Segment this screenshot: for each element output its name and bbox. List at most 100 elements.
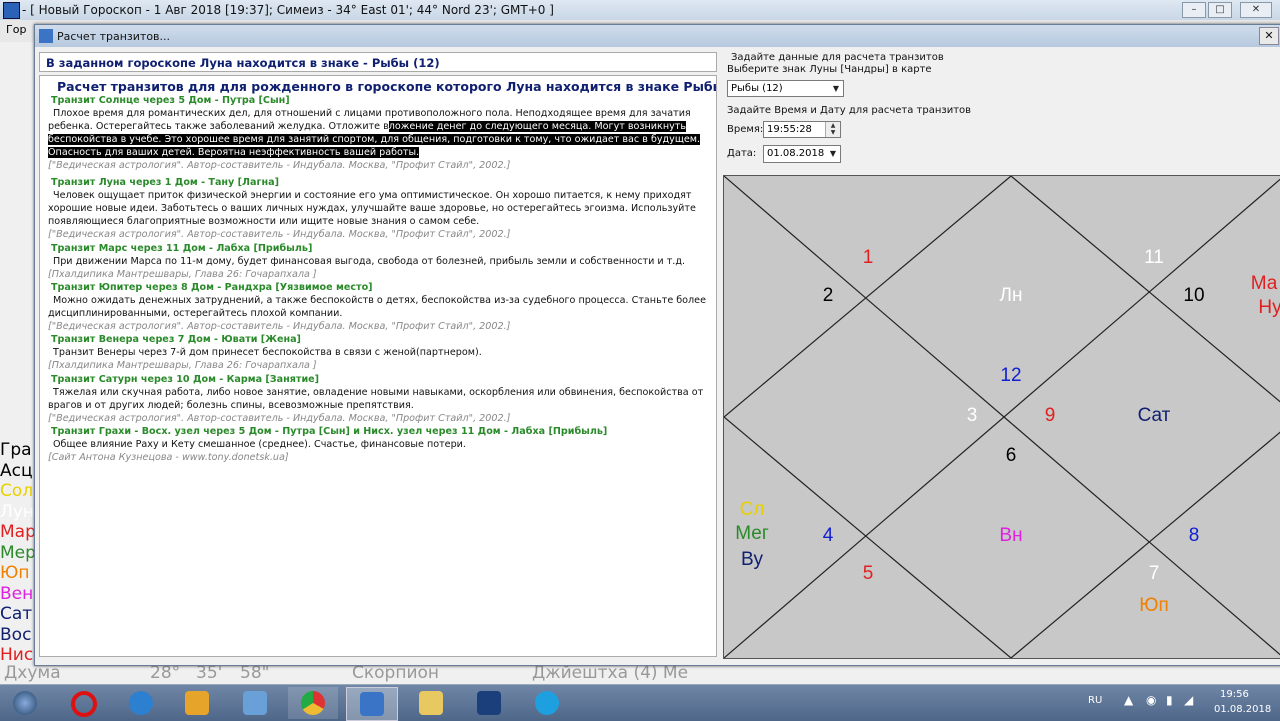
dialog-title: Расчет транзитов... bbox=[57, 30, 171, 43]
transit-description: Плохое время для романтических дел, для … bbox=[48, 108, 701, 158]
transit-description: Общее влияние Раху и Кету смешанное (сре… bbox=[53, 439, 466, 450]
transit-source: [Пхалдипика Мантрешвары, Глава 26: Гочар… bbox=[48, 360, 317, 371]
skype-icon bbox=[535, 691, 559, 715]
transit-entry: Транзит Солнце через 5 Дом - Путра [Сын]… bbox=[48, 94, 712, 172]
chart-label: Ма bbox=[1250, 273, 1278, 294]
network-icon[interactable]: ▮ bbox=[1166, 693, 1173, 707]
taskbar-horoscope[interactable] bbox=[346, 687, 398, 721]
app-title: - [ Новый Гороскоп - 1 Авг 2018 [19:37];… bbox=[22, 3, 554, 17]
datetime-label: Задайте Время и Дату для расчета транзит… bbox=[727, 105, 972, 116]
close-button[interactable]: ✕ bbox=[1240, 2, 1272, 18]
transit-text-panel[interactable]: Расчет транзитов для для рожденного в го… bbox=[39, 75, 717, 657]
chart-label: 12 bbox=[1000, 365, 1022, 386]
system-tray: RU ▲ ◉ ▮ ◢ 19:56 01.08.2018 bbox=[1080, 685, 1280, 721]
bg-list-item: Вен bbox=[0, 583, 34, 604]
dialog-icon bbox=[39, 29, 53, 43]
transit-source: [Пхалдипика Мантрешвары, Глава 26: Гочар… bbox=[48, 269, 317, 280]
clock-date[interactable]: 01.08.2018 bbox=[1214, 704, 1271, 715]
dialog-close-button[interactable]: ✕ bbox=[1259, 27, 1279, 45]
time-label: Время: bbox=[727, 124, 764, 135]
transit-entry: Транзит Венера через 7 Дом - Ювати [Жена… bbox=[48, 333, 712, 372]
chart-label: 4 bbox=[822, 525, 834, 546]
taskbar-opera[interactable] bbox=[58, 687, 108, 719]
app-icon bbox=[3, 2, 20, 19]
transit-heading: Транзит Солнце через 5 Дом - Путра [Сын] bbox=[51, 95, 290, 106]
transit-description: Можно ожидать денежных затруднений, а та… bbox=[48, 295, 706, 319]
language-indicator[interactable]: RU bbox=[1088, 695, 1102, 706]
transit-description: Человек ощущает приток физической энерги… bbox=[48, 190, 696, 227]
bg-cell: Скорпион bbox=[352, 663, 440, 683]
transit-entry: Транзит Юпитер через 8 Дом - Рандхра [Уя… bbox=[48, 281, 712, 333]
bg-list-item: Юп bbox=[0, 563, 30, 583]
bg-list-item: Асц bbox=[0, 460, 33, 481]
transit-heading: Транзит Марс через 11 Дом - Лабха [Прибы… bbox=[51, 243, 313, 254]
dialog-title-bar[interactable]: Расчет транзитов... ✕ bbox=[35, 25, 1280, 47]
transit-main-title: Расчет транзитов для для рожденного в го… bbox=[57, 79, 717, 94]
transit-source: ["Ведическая астрология". Автор-составит… bbox=[48, 413, 511, 424]
signal-icon[interactable]: ◢ bbox=[1184, 693, 1193, 707]
date-picker[interactable]: 01.08.2018 ▼ bbox=[763, 145, 841, 163]
horoscope-app-icon bbox=[360, 692, 384, 716]
maximize-button[interactable]: □ bbox=[1208, 2, 1232, 18]
time-input[interactable]: 19:55:28 ▲ ▼ bbox=[763, 121, 841, 138]
bg-list-item: Лун bbox=[0, 501, 34, 522]
ie-icon bbox=[129, 691, 153, 715]
app-title-bar[interactable]: - [ Новый Гороскоп - 1 Авг 2018 [19:37];… bbox=[0, 0, 1280, 21]
transit-source: ["Ведическая астрология". Автор-составит… bbox=[48, 160, 511, 171]
chart-label: Сл bbox=[739, 499, 765, 520]
speaker-icon[interactable]: ◉ bbox=[1146, 693, 1156, 707]
transit-entry: Транзит Луна через 1 Дом - Тану [Лагна] Ч… bbox=[48, 176, 712, 241]
transit-heading: Транзит Юпитер через 8 Дом - Рандхра [Уя… bbox=[51, 282, 373, 293]
start-button[interactable] bbox=[0, 687, 50, 719]
transit-heading: Транзит Сатурн через 10 Дом - Карма [Зан… bbox=[51, 374, 320, 385]
bg-list-item: Гра bbox=[0, 440, 32, 460]
chart-label: Лн bbox=[999, 285, 1023, 306]
transit-dialog: Расчет транзитов... ✕ В заданном гороско… bbox=[34, 24, 1280, 666]
bg-list-item: Мар bbox=[0, 522, 34, 542]
taskbar-ie[interactable] bbox=[116, 687, 166, 719]
calendar-dropdown-icon[interactable]: ▼ bbox=[826, 146, 840, 161]
folder-icon bbox=[419, 691, 443, 715]
chart-label: 7 bbox=[1148, 563, 1160, 584]
bg-cell: 28° bbox=[150, 663, 181, 683]
transit-entry: Транзит Марс через 11 Дом - Лабха [Прибы… bbox=[48, 242, 712, 281]
chart-label: Ну bbox=[1258, 297, 1280, 318]
bg-cell: Дхума bbox=[4, 663, 61, 683]
taskbar-explorer[interactable] bbox=[406, 687, 456, 719]
north-indian-chart[interactable]: 1 2 11 10 Ма Ну Лн 12 3 9 Сат 6 Сл Мег Ву 4 Вн 8 5 7 Юп bbox=[723, 175, 1280, 659]
chrome-icon bbox=[301, 691, 325, 715]
opera-icon bbox=[71, 691, 97, 717]
transit-entry: Транзит Грахи - Восх. узел через 5 Дом -… bbox=[48, 425, 712, 464]
moon-sign-value: Рыбы (12) bbox=[731, 83, 783, 94]
bg-list-item: Сат bbox=[0, 604, 33, 624]
chevron-down-icon[interactable]: ▼ bbox=[829, 81, 843, 96]
chart-label: Мег bbox=[735, 523, 769, 544]
bg-cell: Джйештха (4) Ме bbox=[532, 663, 689, 683]
chart-label: Юп bbox=[1139, 595, 1169, 616]
moon-sign-select[interactable]: Рыбы (12) ▼ bbox=[727, 80, 844, 97]
app-icon bbox=[243, 691, 267, 715]
chart-lines bbox=[724, 176, 1280, 658]
taskbar-media[interactable] bbox=[172, 687, 222, 719]
selected-text: ложение денег до следующего месяца. Могу… bbox=[48, 121, 701, 158]
minimize-button[interactable]: – bbox=[1182, 2, 1206, 18]
menu-item[interactable]: Гор bbox=[6, 23, 26, 36]
bg-list-item: Мер bbox=[0, 542, 34, 563]
tray-arrow-icon[interactable]: ▲ bbox=[1124, 693, 1133, 707]
time-spinner[interactable]: ▲ ▼ bbox=[825, 122, 840, 137]
bg-list-item: Вос bbox=[0, 624, 32, 645]
transit-description: Транзит Венеры через 7-й дом принесет бе… bbox=[53, 347, 482, 358]
clock-time[interactable]: 19:56 bbox=[1220, 689, 1249, 700]
time-value: 19:55:28 bbox=[767, 124, 812, 135]
taskbar-app[interactable] bbox=[230, 687, 280, 719]
taskbar-skype[interactable] bbox=[522, 687, 572, 719]
media-player-icon bbox=[185, 691, 209, 715]
chart-label: 8 bbox=[1188, 525, 1200, 546]
chart-label: 5 bbox=[862, 563, 874, 584]
chart-label: 11 bbox=[1144, 247, 1164, 268]
bg-cell: 35' bbox=[196, 663, 223, 683]
taskbar-vs[interactable] bbox=[464, 687, 514, 719]
taskbar-chrome[interactable] bbox=[288, 687, 338, 719]
transit-source: [Сайт Антона Кузнецова - www.tony.donets… bbox=[48, 452, 289, 463]
transit-description: Тяжелая или скучная работа, либо новое з… bbox=[48, 387, 704, 411]
